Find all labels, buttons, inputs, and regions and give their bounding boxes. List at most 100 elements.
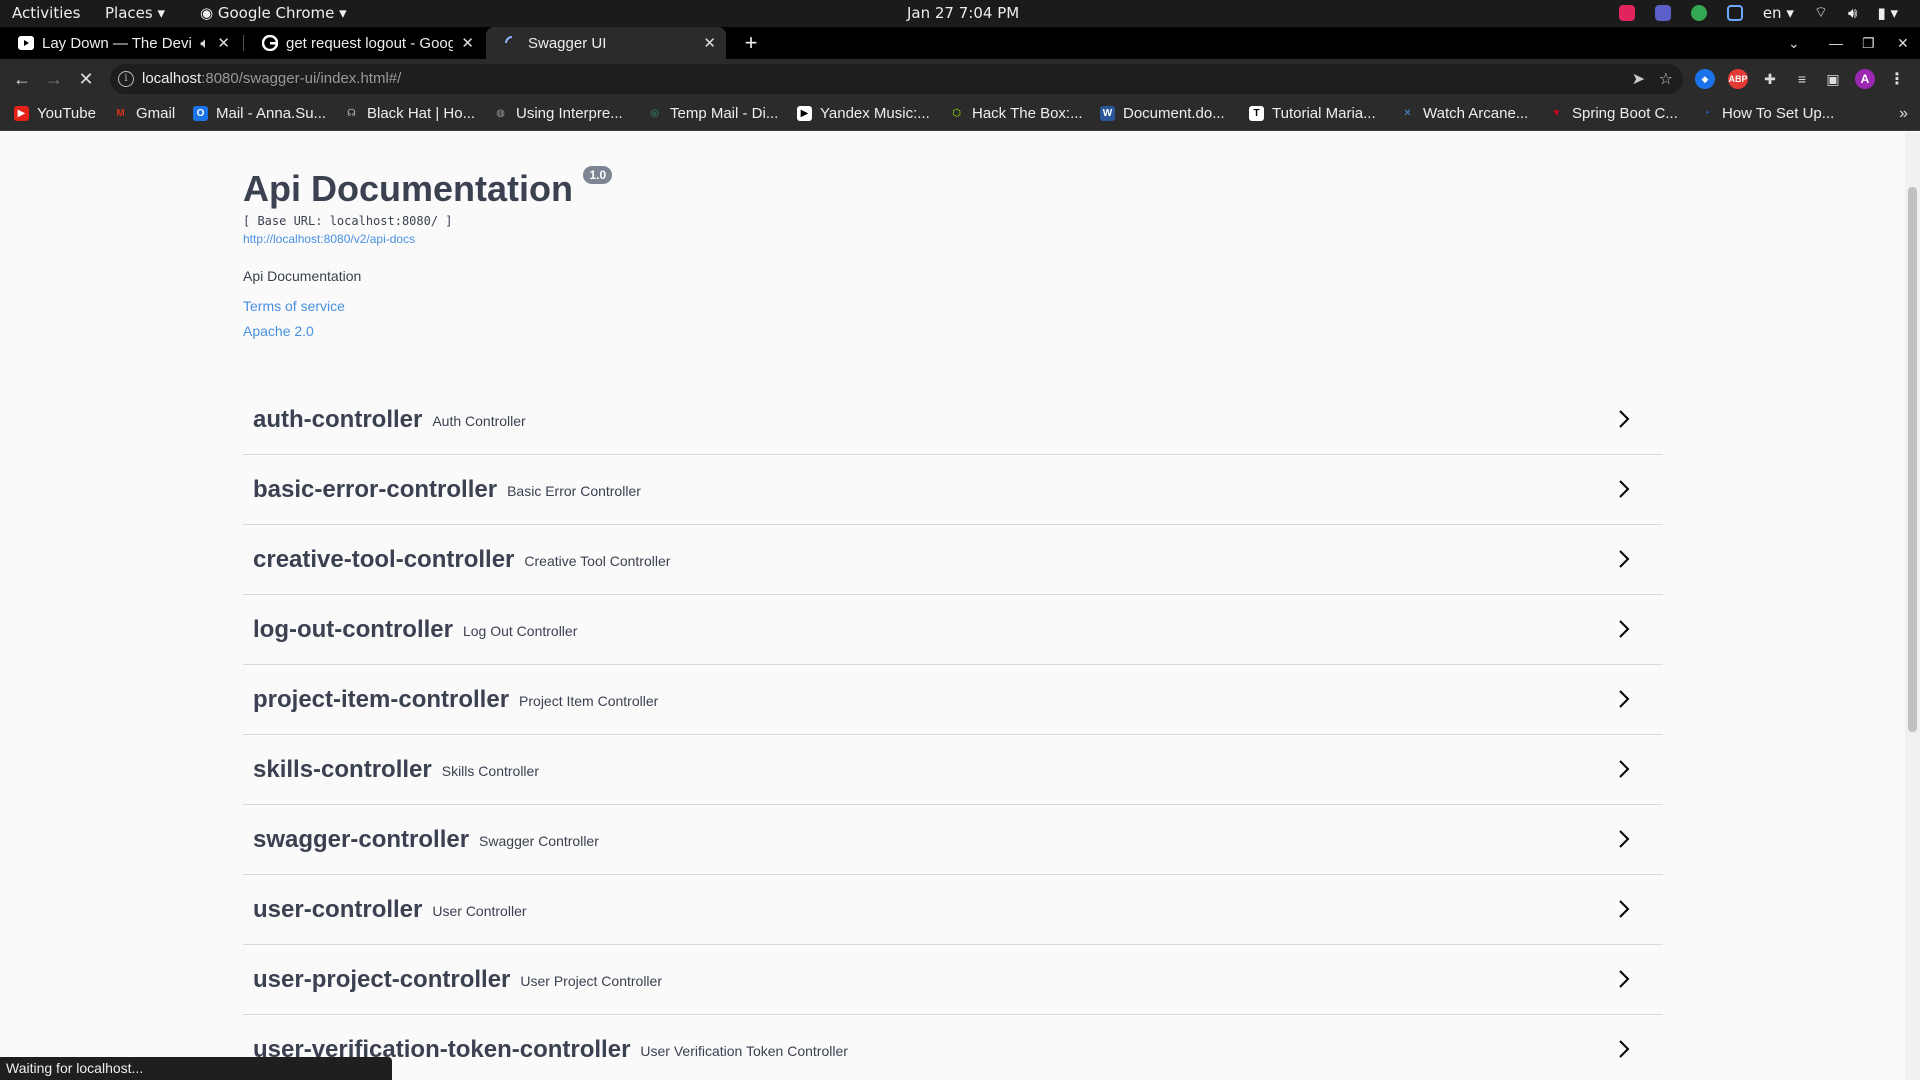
controller-name: user-project-controller bbox=[253, 965, 511, 993]
controller-auth[interactable]: auth-controller Auth Controller bbox=[243, 385, 1663, 455]
chevron-right-icon[interactable] bbox=[1613, 408, 1635, 430]
controller-skills[interactable]: skills-controller Skills Controller bbox=[243, 735, 1663, 805]
back-button[interactable]: ← bbox=[8, 65, 36, 93]
chevron-right-icon[interactable] bbox=[1613, 548, 1635, 570]
controller-name: swagger-controller bbox=[253, 825, 470, 853]
clock[interactable]: Jan 27 7:04 PM bbox=[907, 4, 1019, 23]
controller-description: User Controller bbox=[432, 903, 527, 919]
site-info-icon[interactable]: i bbox=[118, 71, 134, 87]
spring-icon: ▼ bbox=[1551, 108, 1562, 119]
controller-project-item[interactable]: project-item-controller Project Item Con… bbox=[243, 665, 1663, 735]
bookmarks-bar: ▶ YouTube M Gmail O Mail - Anna.Su... ☊ Blac… bbox=[0, 99, 1920, 131]
forward-button[interactable]: → bbox=[40, 65, 68, 93]
page-scrollbar[interactable] bbox=[1905, 132, 1920, 1080]
address-bar[interactable]: i localhost:8080/swagger-ui/index.html#/… bbox=[110, 64, 1683, 94]
chevron-right-icon[interactable] bbox=[1613, 968, 1635, 990]
new-tab-button[interactable]: + bbox=[737, 29, 765, 57]
extensions-puzzle-icon[interactable]: ✚ bbox=[1760, 69, 1780, 89]
bookmarks-overflow-icon[interactable]: » bbox=[1899, 105, 1908, 123]
media-controls-icon[interactable]: ≡ bbox=[1792, 69, 1812, 89]
url-text[interactable]: localhost:8080/swagger-ui/index.html#/ bbox=[142, 70, 401, 87]
bookmark-mail[interactable]: O Mail - Anna.Su... bbox=[193, 105, 326, 122]
adblock-icon[interactable]: ABP bbox=[1728, 69, 1748, 89]
activities-button[interactable]: Activities bbox=[12, 4, 80, 23]
bookmark-spring-boot[interactable]: ▼ Spring Boot C... bbox=[1549, 105, 1678, 122]
controller-description: Basic Error Controller bbox=[507, 483, 641, 499]
chevron-right-icon[interactable] bbox=[1613, 828, 1635, 850]
status-bubble: Waiting for localhost... bbox=[0, 1057, 392, 1080]
minimize-icon[interactable]: — bbox=[1829, 27, 1843, 59]
controller-creative-tool[interactable]: creative-tool-controller Creative Tool C… bbox=[243, 525, 1663, 595]
loading-spinner-icon bbox=[504, 35, 520, 51]
chrome-icon: ◉ bbox=[200, 4, 214, 22]
volume-icon[interactable]: 🔊︎ bbox=[1848, 4, 1857, 22]
controller-log-out[interactable]: log-out-controller Log Out Controller bbox=[243, 595, 1663, 665]
bookmark-star-icon[interactable]: ☆ bbox=[1659, 69, 1673, 89]
chevron-right-icon[interactable] bbox=[1613, 1038, 1635, 1060]
tray-app-icon[interactable] bbox=[1618, 4, 1635, 21]
temp-mail-icon: ◎ bbox=[650, 108, 659, 119]
api-docs-link[interactable]: http://localhost:8080/v2/api-docs bbox=[243, 232, 612, 246]
controller-user-project[interactable]: user-project-controller User Project Con… bbox=[243, 945, 1663, 1015]
chevron-right-icon[interactable] bbox=[1613, 898, 1635, 920]
profile-avatar[interactable]: A bbox=[1855, 69, 1875, 89]
controller-user[interactable]: user-controller User Controller bbox=[243, 875, 1663, 945]
terms-of-service-link[interactable]: Terms of service bbox=[243, 298, 612, 314]
tab-close-icon[interactable]: ✕ bbox=[461, 34, 474, 52]
scrollbar-thumb[interactable] bbox=[1908, 187, 1917, 732]
controller-description: Swagger Controller bbox=[479, 833, 599, 849]
close-window-icon[interactable]: ✕ bbox=[1897, 27, 1909, 59]
check-icon[interactable] bbox=[1690, 4, 1707, 21]
bookmark-how-to-set-up[interactable]: ◔ How To Set Up... bbox=[1699, 105, 1834, 122]
bookmark-document[interactable]: W Document.do... bbox=[1100, 105, 1225, 122]
controller-basic-error[interactable]: basic-error-controller Basic Error Contr… bbox=[243, 455, 1663, 525]
tab-close-icon[interactable]: ✕ bbox=[217, 34, 230, 52]
chevron-right-icon[interactable] bbox=[1613, 478, 1635, 500]
language-indicator[interactable]: en ▾ bbox=[1763, 4, 1794, 22]
bookmark-youtube[interactable]: ▶ YouTube bbox=[14, 105, 96, 122]
controller-list: auth-controller Auth Controller basic-er… bbox=[243, 385, 1663, 1080]
license-link[interactable]: Apache 2.0 bbox=[243, 323, 612, 339]
teams-icon[interactable] bbox=[1654, 4, 1671, 21]
cube-icon: ⬡ bbox=[952, 108, 961, 119]
bookmark-watch-arcane[interactable]: ✕ Watch Arcane... bbox=[1400, 105, 1528, 122]
bookmark-temp-mail[interactable]: ◎ Temp Mail - Di... bbox=[647, 105, 778, 122]
send-icon[interactable]: ➤ bbox=[1632, 69, 1645, 89]
tab-google[interactable]: get request logout - Goog ✕ bbox=[244, 27, 484, 59]
bookmark-gmail[interactable]: M Gmail bbox=[113, 105, 175, 122]
tab-swagger-ui[interactable]: Swagger UI ✕ bbox=[486, 27, 726, 59]
shield-icon[interactable] bbox=[1726, 4, 1743, 21]
stop-loading-button[interactable]: ✕ bbox=[72, 65, 100, 93]
controller-name: user-controller bbox=[253, 895, 423, 923]
browser-toolbar: ← → ✕ i localhost:8080/swagger-ui/index.… bbox=[0, 59, 1920, 99]
bookmark-blackhat[interactable]: ☊ Black Hat | Ho... bbox=[344, 105, 475, 122]
tab-title: get request logout - Goog bbox=[286, 34, 454, 52]
chevron-right-icon[interactable] bbox=[1613, 758, 1635, 780]
tab-strip: Lay Down — The Devil 🔈︎ ✕ get request lo… bbox=[0, 27, 1920, 59]
places-menu[interactable]: Places ▾ bbox=[105, 4, 165, 23]
wifi-icon[interactable]: ⌔ bbox=[1814, 3, 1828, 22]
controller-description: Skills Controller bbox=[441, 763, 539, 779]
tab-close-icon[interactable]: ✕ bbox=[703, 34, 716, 52]
tab-search-icon[interactable]: ⌄ bbox=[1788, 27, 1800, 59]
side-panel-icon[interactable]: ▣ bbox=[1823, 69, 1843, 89]
bookmark-tutorial[interactable]: T Tutorial Maria... bbox=[1249, 105, 1376, 122]
controller-description: Creative Tool Controller bbox=[524, 553, 671, 569]
audio-icon[interactable]: 🔈︎ bbox=[200, 35, 209, 52]
tab-youtube[interactable]: Lay Down — The Devil 🔈︎ ✕ bbox=[0, 27, 240, 59]
extension-icon[interactable]: ◆ bbox=[1695, 69, 1715, 89]
chevron-right-icon[interactable] bbox=[1613, 618, 1635, 640]
battery-icon[interactable]: ▮ ▾ bbox=[1877, 4, 1898, 22]
restore-icon[interactable]: ❐ bbox=[1862, 27, 1875, 59]
bookmark-hack-the-box[interactable]: ⬡ Hack The Box:... bbox=[949, 105, 1082, 122]
app-menu[interactable]: ◉ Google Chrome ▾ bbox=[200, 4, 347, 23]
controller-name: log-out-controller bbox=[253, 615, 453, 643]
chevron-right-icon[interactable] bbox=[1613, 688, 1635, 710]
menu-kebab-icon[interactable]: ⋮ bbox=[1887, 69, 1907, 89]
controller-description: Auth Controller bbox=[432, 413, 526, 429]
bookmark-using-interpre[interactable]: ◍ Using Interpre... bbox=[493, 105, 623, 122]
controller-swagger[interactable]: swagger-controller Swagger Controller bbox=[243, 805, 1663, 875]
bookmark-yandex-music[interactable]: ▶ Yandex Music:... bbox=[797, 105, 930, 122]
controller-user-verification-token[interactable]: user-verification-token-controller User … bbox=[243, 1015, 1663, 1080]
controller-name: auth-controller bbox=[253, 405, 423, 433]
